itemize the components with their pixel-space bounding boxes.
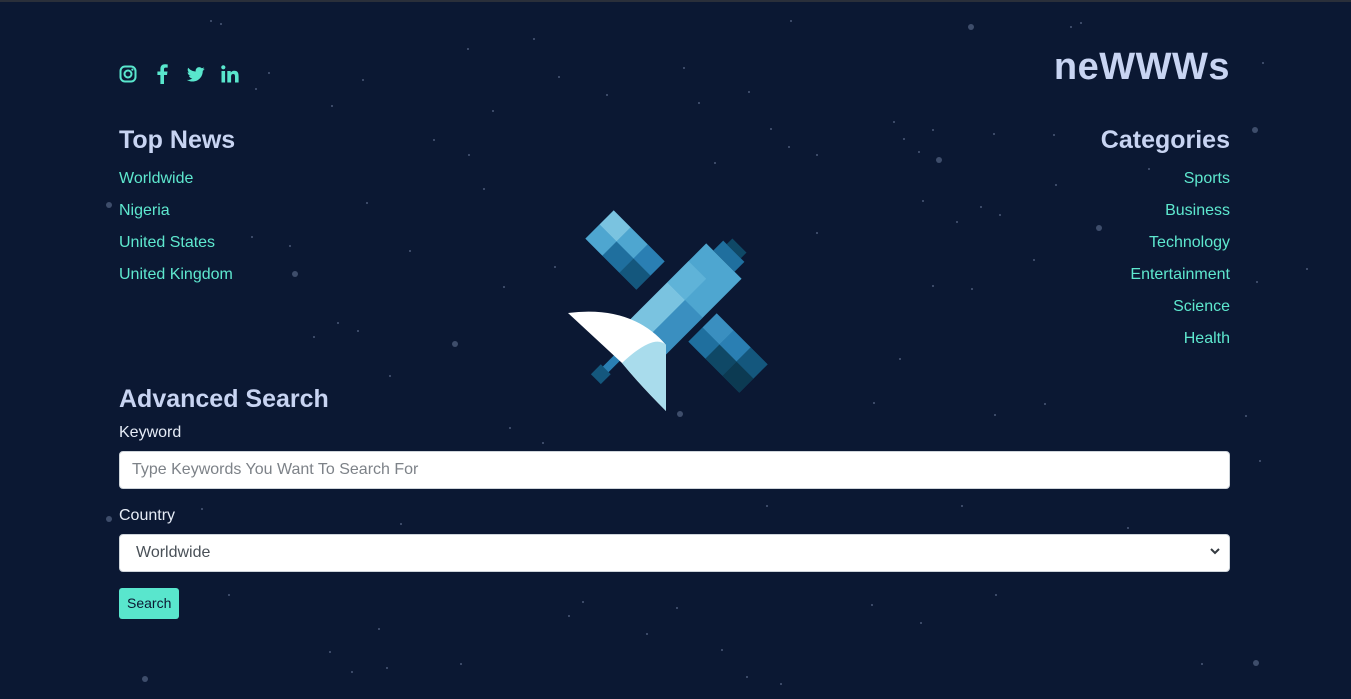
list-item: Entertainment xyxy=(1101,259,1230,291)
country-label: Country xyxy=(119,507,176,524)
top-news-link[interactable]: United Kingdom xyxy=(119,266,233,283)
category-link[interactable]: Business xyxy=(1165,202,1230,219)
list-item: Business xyxy=(1101,195,1230,227)
top-news-title: Top News xyxy=(119,126,236,154)
instagram-icon[interactable] xyxy=(119,64,137,84)
twitter-icon[interactable] xyxy=(187,64,205,84)
list-item: Nigeria xyxy=(119,195,235,227)
chevron-down-icon xyxy=(1210,548,1220,555)
top-news-link[interactable]: Nigeria xyxy=(119,202,170,219)
linkedin-icon[interactable] xyxy=(221,64,239,84)
category-link[interactable]: Entertainment xyxy=(1130,266,1230,283)
list-item: Technology xyxy=(1101,227,1230,259)
category-link[interactable]: Health xyxy=(1184,330,1230,347)
country-select[interactable]: Worldwide xyxy=(119,534,1230,572)
categories-list: Sports Business Technology Entertainment… xyxy=(1101,163,1230,355)
facebook-icon[interactable] xyxy=(153,64,171,84)
category-link[interactable]: Science xyxy=(1173,298,1230,315)
search-button[interactable]: Search xyxy=(119,588,180,619)
categories-section: Categories Sports Business Technology En… xyxy=(1101,125,1230,355)
list-item: Worldwide xyxy=(119,163,235,195)
social-links xyxy=(119,64,239,84)
list-item: United Kingdom xyxy=(119,259,235,291)
keyword-label: Keyword xyxy=(119,424,182,441)
category-link[interactable]: Sports xyxy=(1184,170,1230,187)
category-link[interactable]: Technology xyxy=(1149,234,1230,251)
advanced-search-title: Advanced Search xyxy=(119,385,329,413)
categories-title: Categories xyxy=(1100,126,1230,154)
top-news-link[interactable]: Worldwide xyxy=(119,170,193,187)
advanced-search-form: Advanced Search Keyword Country Worldwid… xyxy=(119,384,1230,619)
list-item: United States xyxy=(119,227,235,259)
top-news-section: Top News Worldwide Nigeria United States… xyxy=(119,125,235,291)
list-item: Health xyxy=(1101,323,1230,355)
list-item: Sports xyxy=(1101,163,1230,195)
list-item: Science xyxy=(1101,291,1230,323)
top-news-link[interactable]: United States xyxy=(119,234,215,251)
site-logo[interactable]: neWWWs xyxy=(1054,46,1230,89)
country-select-value[interactable]: Worldwide xyxy=(119,534,1230,572)
top-news-list: Worldwide Nigeria United States United K… xyxy=(119,163,235,291)
keyword-input[interactable] xyxy=(119,451,1230,489)
